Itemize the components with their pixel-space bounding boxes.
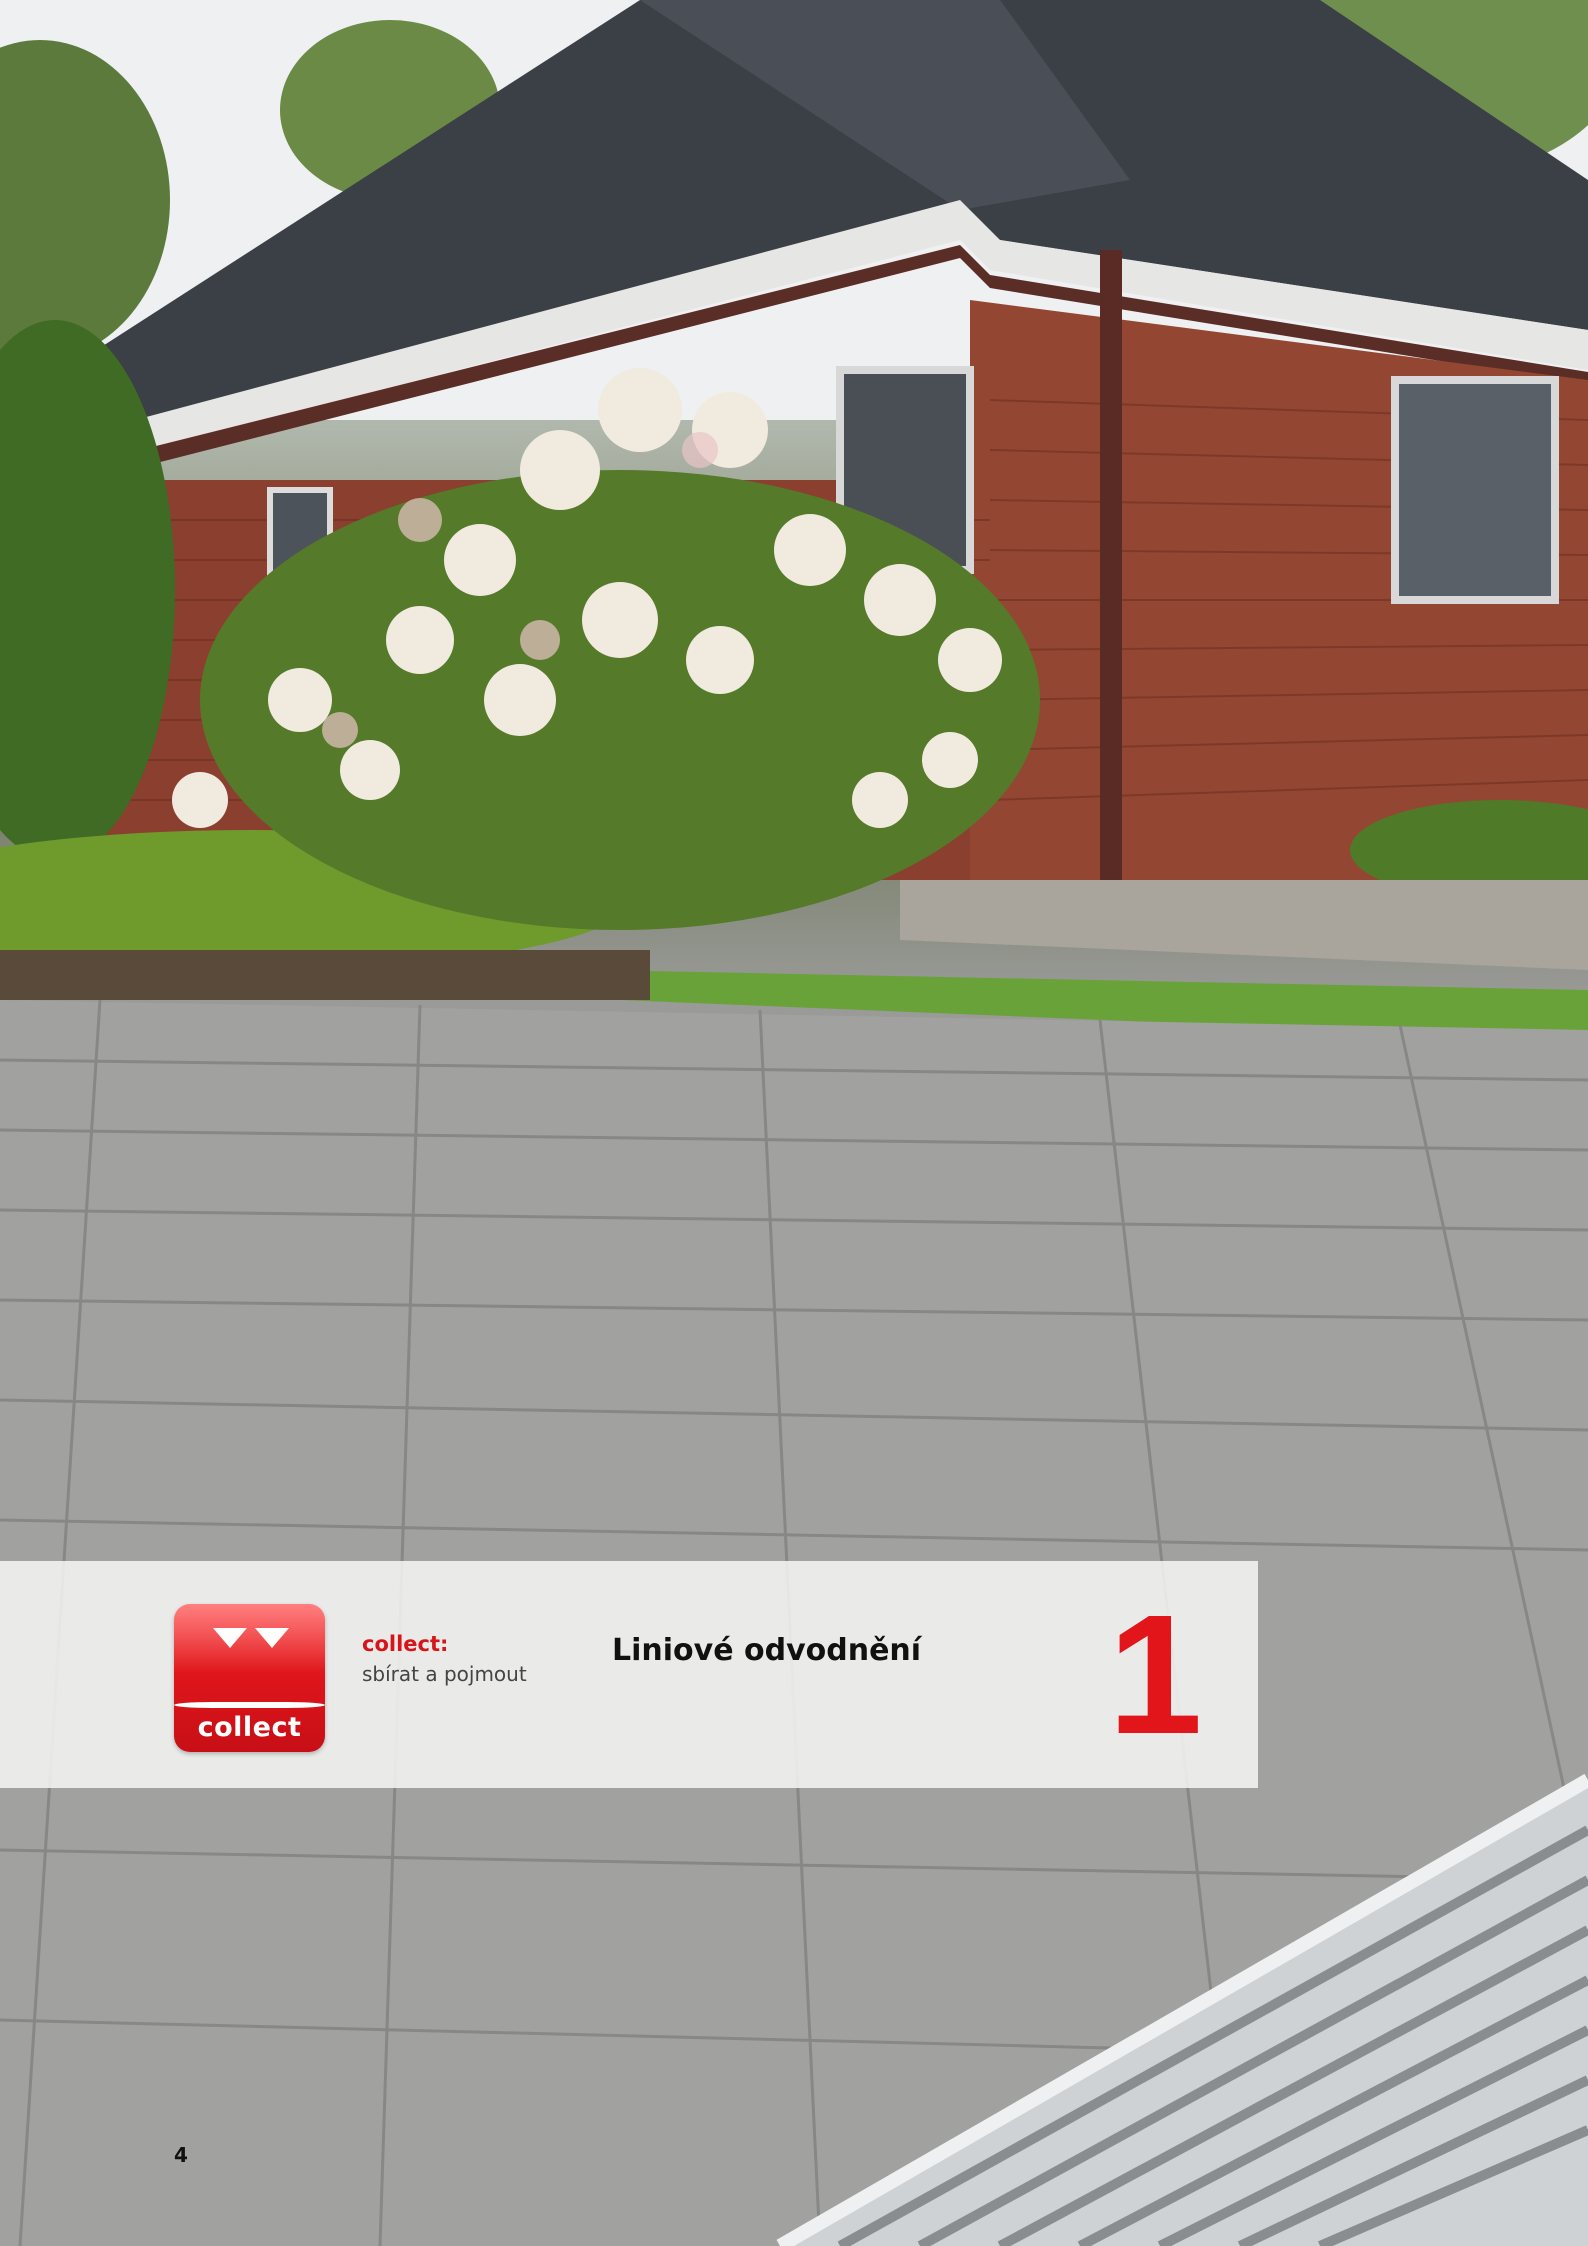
brochure-page: collect collect: sbírat a pojmout Liniov… [0, 0, 1588, 2246]
collect-logo: collect [174, 1604, 325, 1752]
house-scene-illustration [0, 0, 1588, 2246]
logo-text: collect [197, 1712, 302, 1743]
tag-subtitle: sbírat a pojmout [362, 1662, 527, 1686]
section-title: Liniové odvodnění [612, 1633, 922, 1668]
section-number: 1 [1108, 1580, 1203, 1770]
tag-title: collect: [362, 1632, 449, 1656]
logo-stripe [174, 1702, 325, 1708]
down-arrows-icon [213, 1628, 289, 1648]
background-photo [0, 0, 1588, 2246]
page-number: 4 [174, 2143, 188, 2167]
